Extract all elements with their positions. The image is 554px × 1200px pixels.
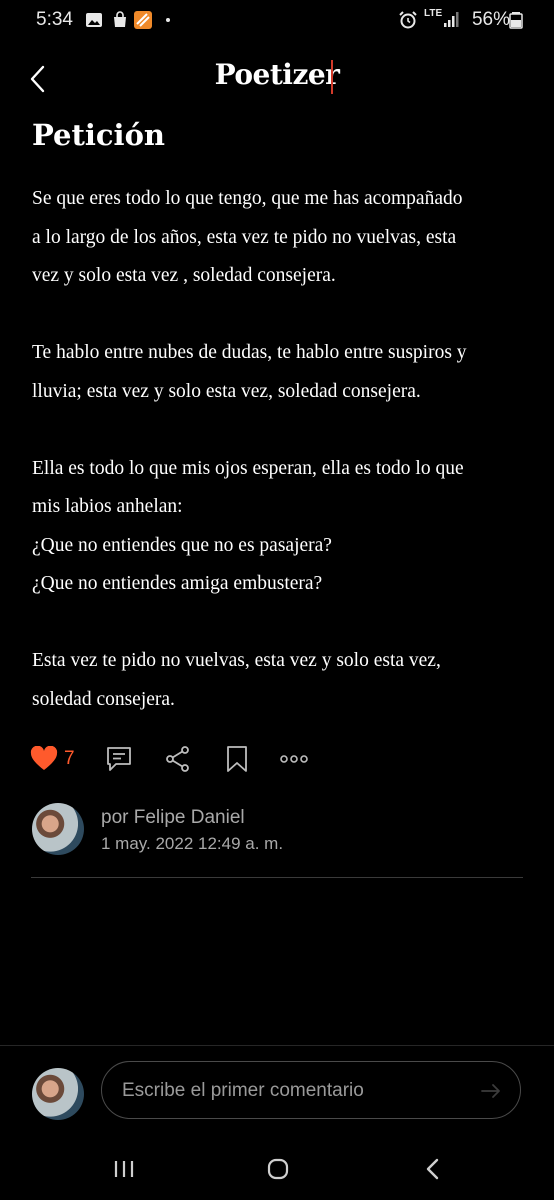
text-cursor — [331, 60, 333, 94]
gallery-icon — [86, 13, 102, 27]
user-avatar — [32, 1068, 84, 1120]
share-icon — [166, 746, 189, 772]
poem-line: a lo largo de los años, esta vez te pido… — [32, 226, 457, 248]
more-notifications-dot-icon — [166, 18, 170, 22]
poem-stanza: Te hablo entre nubes de dudas, te hablo … — [32, 334, 532, 411]
poem-line: Esta vez te pido no vuelvas, esta vez y … — [32, 650, 441, 671]
poem-line: soledad consejera. — [32, 688, 175, 710]
divider — [31, 877, 523, 878]
app-notification-icon — [134, 11, 152, 29]
poem-line: Ella es todo lo que mis ojos esperan, el… — [32, 457, 464, 479]
poem-stanza: Se que eres todo lo que tengo, que me ha… — [32, 180, 532, 296]
poem-line: ¿Que no entiendes amiga embustera? — [32, 573, 323, 594]
battery-percent: 56% — [471, 9, 510, 30]
status-time: 5:34 — [36, 9, 73, 30]
poem-stanza: Esta vez te pido no vuelvas, esta vez y … — [32, 642, 532, 719]
like-button[interactable]: 7 — [30, 740, 75, 778]
poem-line: Te hablo entre nubes de dudas, te hablo … — [32, 342, 467, 363]
more-options-button[interactable] — [280, 740, 308, 778]
share-button[interactable] — [165, 740, 191, 778]
comment-button[interactable] — [105, 740, 133, 778]
system-back-icon[interactable] — [413, 1154, 453, 1184]
recent-apps-icon[interactable] — [104, 1154, 144, 1184]
actions-bar: 7 — [30, 740, 350, 780]
system-nav-bar — [0, 1136, 554, 1200]
heart-icon — [30, 746, 58, 770]
shopping-bag-icon — [114, 11, 126, 27]
more-dots-icon — [280, 755, 308, 763]
app-title: Poetizer — [214, 58, 340, 91]
poem-line: lluvia; esta vez y solo esta vez, soleda… — [32, 380, 421, 402]
poem-line: Se que eres todo lo que tengo, que me ha… — [32, 188, 463, 209]
home-icon[interactable] — [258, 1154, 298, 1184]
poem-title: Petición — [32, 118, 165, 152]
like-count: 7 — [64, 748, 75, 769]
poem-line: mis labios anhelan: — [32, 496, 183, 517]
battery-icon — [509, 12, 523, 29]
author-name[interactable]: por Felipe Daniel — [101, 807, 245, 829]
comment-bar-divider — [0, 1045, 554, 1046]
network-type: LTE — [424, 8, 443, 19]
poem-body: Se que eres todo lo que tengo, que me ha… — [32, 180, 532, 758]
alarm-icon — [399, 11, 417, 29]
poem-line: ¿Que no entiendes que no es pasajera? — [32, 534, 332, 556]
signal-icon — [444, 12, 459, 27]
poem-stanza: Ella es todo lo que mis ojos esperan, el… — [32, 450, 532, 604]
bookmark-button[interactable] — [225, 740, 249, 778]
author-avatar[interactable] — [32, 803, 84, 855]
comment-input[interactable]: Escribe el primer comentario — [101, 1061, 521, 1119]
status-bar: 5:34 LTE 56% — [0, 0, 554, 40]
poem-line: vez y solo esta vez , soledad consejera. — [32, 265, 336, 286]
comment-icon — [107, 747, 131, 771]
send-arrow-icon[interactable] — [480, 1080, 502, 1102]
bookmark-icon — [227, 746, 247, 772]
post-date: 1 may. 2022 12:49 a. m. — [101, 834, 284, 853]
comment-placeholder: Escribe el primer comentario — [122, 1080, 364, 1101]
